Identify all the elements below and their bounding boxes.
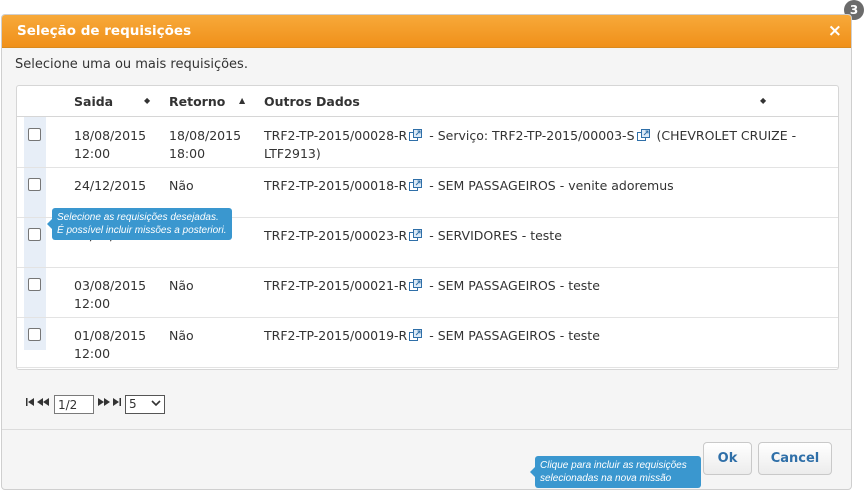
ok-button[interactable]: Ok (703, 442, 752, 475)
footer-divider (2, 429, 851, 430)
last-page-icon[interactable] (113, 398, 121, 409)
retorno-date: 18/08/2015 (169, 128, 242, 143)
external-link-icon[interactable] (409, 329, 423, 341)
row-checkbox[interactable] (28, 178, 41, 191)
saida-date: 18/08/2015 (74, 128, 147, 143)
tooltip-line: selecionadas na nova missão (540, 473, 672, 484)
table-header: Saida ◆ Retorno ▲ Outros Dados ◆ (17, 86, 838, 117)
outros-dados-cell: TRF2-TP-2015/00018-R - SEM PASSAGEIROS -… (264, 177, 804, 195)
outros-dados-cell: TRF2-TP-2015/00028-R - Serviço: TRF2-TP-… (264, 127, 804, 163)
requisition-selection-dialog: Seleção de requisições × Selecione uma o… (1, 14, 852, 490)
description-text: - SEM PASSAGEIROS - teste (425, 278, 600, 293)
sort-both-icon[interactable]: ◆ (144, 96, 150, 105)
saida-time: 12:00 (74, 146, 111, 161)
saida-date: 01/08/2015 (74, 328, 147, 343)
requisition-code: TRF2-TP-2015/00018-R (264, 178, 408, 193)
dialog-title: Seleção de requisições (17, 23, 192, 39)
outros-dados-cell: TRF2-TP-2015/00023-R - SERVIDORES - test… (264, 227, 804, 245)
table-row: 03/08/2015 12:00 Não TRF2-TP-2015/00021-… (17, 268, 838, 318)
tooltip-line: Clique para incluir as requisições (540, 460, 687, 471)
row-checkbox[interactable] (28, 328, 41, 341)
requisition-code: TRF2-TP-2015/00023-R (264, 228, 408, 243)
retorno-cell: Não (169, 277, 259, 295)
retorno-cell: 18/08/2015 18:00 (169, 127, 259, 163)
outros-dados-cell: TRF2-TP-2015/00019-R - SEM PASSAGEIROS -… (264, 327, 804, 345)
saida-time: 12:00 (74, 346, 111, 361)
header-outros-dados[interactable]: Outros Dados (264, 94, 360, 109)
header-retorno[interactable]: Retorno (169, 94, 225, 109)
saida-time: 12:00 (74, 296, 111, 311)
requisition-code: TRF2-TP-2015/00028-R (264, 128, 408, 143)
table-row: 01/08/2015 12:00 Não TRF2-TP-2015/00019-… (17, 318, 838, 368)
saida-cell: 01/08/2015 12:00 (74, 327, 164, 363)
chevron-down-icon (151, 398, 161, 411)
external-link-icon[interactable] (409, 129, 423, 141)
page-number-input[interactable] (54, 395, 94, 414)
saida-date: 24/12/2015 (74, 178, 147, 193)
tooltip-line: É possível incluir missões a posteriori. (57, 225, 227, 236)
sort-asc-icon[interactable]: ▲ (239, 96, 245, 105)
service-text: - Serviço: TRF2-TP-2015/00003-S (425, 128, 635, 143)
saida-date: 03/08/2015 (74, 278, 147, 293)
first-page-icon[interactable] (26, 398, 34, 409)
description-text: - SERVIDORES - teste (425, 228, 562, 243)
requisition-code: TRF2-TP-2015/00019-R (264, 328, 408, 343)
page-size-value: 5 (129, 397, 137, 411)
retorno-cell: Não (169, 327, 259, 345)
sort-both-icon[interactable]: ◆ (760, 96, 766, 105)
retorno-date: Não (169, 178, 194, 193)
cancel-button[interactable]: Cancel (758, 442, 832, 475)
tooltip-line: Selecione as requisições desejadas. (57, 212, 219, 223)
table-row: 18/08/2015 12:00 18/08/2015 18:00 TRF2-T… (17, 118, 838, 168)
page-size-select[interactable]: 5 (125, 395, 165, 414)
next-page-icon[interactable] (98, 398, 110, 409)
header-saida[interactable]: Saida (74, 94, 113, 109)
row-checkbox[interactable] (28, 278, 41, 291)
row-checkbox[interactable] (28, 228, 41, 241)
outros-dados-cell: TRF2-TP-2015/00021-R - SEM PASSAGEIROS -… (264, 277, 804, 295)
checkbox-hint-tooltip: Selecione as requisições desejadas. É po… (47, 208, 232, 240)
close-icon[interactable]: × (828, 21, 842, 41)
requisition-code: TRF2-TP-2015/00021-R (264, 278, 408, 293)
retorno-cell: Não (169, 177, 259, 195)
description-text: - SEM PASSAGEIROS - teste (425, 328, 600, 343)
prev-page-icon[interactable] (37, 398, 49, 409)
description-text: - SEM PASSAGEIROS - venite adoremus (425, 178, 674, 193)
row-checkbox[interactable] (28, 128, 41, 141)
intro-text: Selecione uma ou mais requisições. (15, 57, 248, 72)
retorno-time: 18:00 (169, 146, 206, 161)
dialog-titlebar: Seleção de requisições × (2, 15, 851, 48)
saida-cell: 18/08/2015 12:00 (74, 127, 164, 163)
retorno-date: Não (169, 278, 194, 293)
retorno-date: Não (169, 328, 194, 343)
saida-cell: 03/08/2015 12:00 (74, 277, 164, 313)
external-link-icon[interactable] (409, 179, 423, 191)
external-link-icon[interactable] (636, 129, 650, 141)
requisitions-table: Saida ◆ Retorno ▲ Outros Dados ◆ 18/08/2… (16, 85, 839, 370)
saida-cell: 24/12/2015 (74, 177, 164, 195)
external-link-icon[interactable] (409, 229, 423, 241)
external-link-icon[interactable] (409, 279, 423, 291)
ok-hint-tooltip: Clique para incluir as requisições selec… (530, 456, 701, 488)
